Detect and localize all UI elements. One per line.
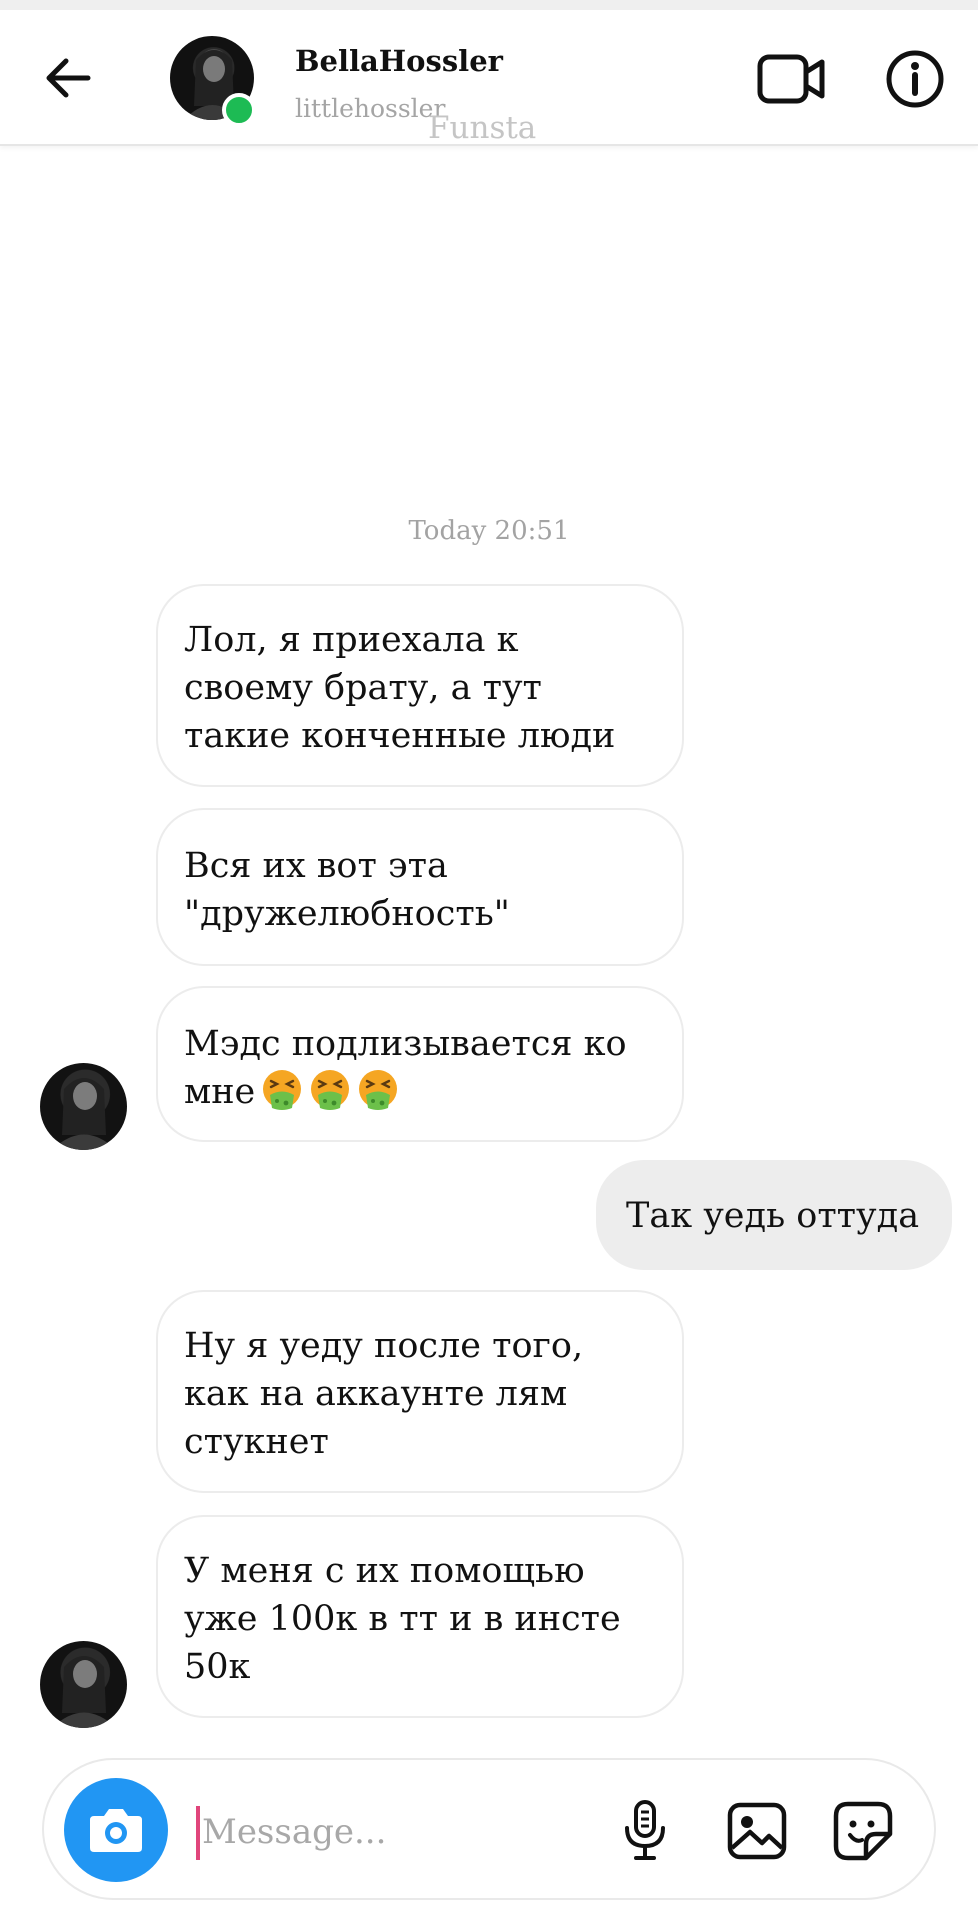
camera-icon[interactable]	[64, 1778, 168, 1882]
gallery-icon[interactable]	[724, 1798, 790, 1864]
message-text-line: Ну я уеду после того,	[184, 1326, 584, 1366]
watermark-text: Funsta	[428, 110, 537, 146]
sticker-icon[interactable]	[830, 1798, 896, 1864]
chat-timestamp: Today 20:51	[408, 516, 570, 546]
incoming-message-bubble[interactable]: Вся их вот эта "дружелюбность"	[156, 808, 684, 966]
message-text-line: У меня с их помощью	[184, 1551, 585, 1591]
face-vomiting-emoji-icon	[309, 1068, 351, 1110]
incoming-message-bubble[interactable]: Мэдс подлизывается ко мне	[156, 986, 684, 1142]
incoming-message-bubble[interactable]: У меня с их помощью уже 100к в тт и в ин…	[156, 1515, 684, 1718]
message-text-line: "дружелюбность"	[184, 894, 510, 934]
info-icon[interactable]	[884, 48, 946, 110]
message-text-line: мне	[184, 1068, 648, 1116]
message-text-line: Лол, я приехала к	[184, 620, 519, 660]
contact-username: littlehossler	[295, 94, 446, 123]
message-composer	[42, 1758, 936, 1900]
microphone-icon[interactable]	[612, 1798, 678, 1864]
message-text-line: стукнет	[184, 1422, 329, 1462]
message-text-line: Вся их вот эта	[184, 846, 448, 886]
video-call-icon[interactable]	[756, 48, 828, 110]
message-text-line: Мэдс подлизывается ко	[184, 1024, 627, 1064]
status-strip	[0, 0, 978, 10]
message-text-segment: мне	[184, 1072, 256, 1112]
incoming-message-bubble[interactable]: Лол, я приехала к своему брату, а тут та…	[156, 584, 684, 787]
online-status-dot	[222, 93, 256, 127]
message-text-line: как на аккаунте лям	[184, 1374, 568, 1414]
sender-avatar[interactable]	[40, 1641, 127, 1728]
outgoing-message-bubble[interactable]: Так уедь оттуда	[596, 1160, 952, 1270]
sender-avatar[interactable]	[40, 1063, 127, 1150]
face-vomiting-emoji-icon	[261, 1068, 303, 1110]
message-text-line: Так уедь оттуда	[626, 1196, 920, 1236]
chat-header: BellaHossler littlehossler Funsta	[0, 10, 978, 146]
back-arrow-icon[interactable]	[40, 50, 96, 106]
message-text-line: 50к	[184, 1647, 251, 1687]
contact-name[interactable]: BellaHossler	[295, 44, 503, 78]
message-input[interactable]	[200, 1796, 634, 1868]
message-text-line: уже 100к в тт и в инсте	[184, 1599, 621, 1639]
message-text-line: своему брату, а тут	[184, 668, 542, 708]
message-text-line: такие конченные люди	[184, 716, 616, 756]
face-vomiting-emoji-icon	[357, 1068, 399, 1110]
incoming-message-bubble[interactable]: Ну я уеду после того, как на аккаунте ля…	[156, 1290, 684, 1493]
